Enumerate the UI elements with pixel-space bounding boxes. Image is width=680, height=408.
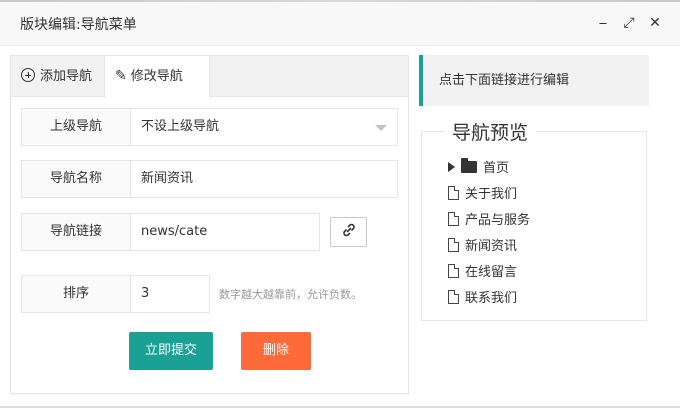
parent-nav-label: 上级导航 xyxy=(21,108,131,146)
tree-item-label: 在线留言 xyxy=(465,265,518,280)
nav-link-label: 导航链接 xyxy=(21,213,131,251)
nav-preview-legend: 导航预览 xyxy=(444,118,537,145)
nav-link-input[interactable]: news/cate xyxy=(130,213,320,251)
tree-item-label: 新闻资讯 xyxy=(465,239,518,254)
folder-icon xyxy=(461,158,477,173)
nav-name-label: 导航名称 xyxy=(21,160,131,198)
minimize-icon[interactable]: ⎯ xyxy=(594,14,612,32)
file-icon xyxy=(448,290,459,304)
tree-root-item[interactable]: 首页 xyxy=(448,158,530,185)
caret-down-icon xyxy=(375,125,387,131)
nav-tree: 首页 关于我们 产品与服务 新闻资讯 在线留言 联系我们 xyxy=(448,158,530,315)
file-icon xyxy=(448,212,459,226)
caret-right-icon[interactable] xyxy=(448,162,455,172)
tab-edit-nav[interactable]: ✎ 修改导航 xyxy=(104,56,210,98)
tree-item-label: 关于我们 xyxy=(465,187,518,202)
order-input[interactable]: 3 xyxy=(130,275,210,313)
file-icon xyxy=(448,264,459,278)
tab-add-nav[interactable]: 添加导航 xyxy=(11,56,104,97)
parent-nav-select[interactable]: 不设上级导航 xyxy=(130,108,398,146)
close-icon[interactable]: ✕ xyxy=(646,14,664,32)
submit-button[interactable]: 立即提交 xyxy=(129,332,213,370)
tree-item-about[interactable]: 关于我们 xyxy=(448,185,530,211)
tab-bar: 添加导航 ✎ 修改导航 xyxy=(11,56,408,98)
tree-item-products[interactable]: 产品与服务 xyxy=(448,211,530,237)
tree-item-message[interactable]: 在线留言 xyxy=(448,263,530,289)
parent-nav-row: 上级导航 不设上级导航 xyxy=(21,108,398,146)
tree-item-label: 联系我们 xyxy=(465,291,518,306)
parent-nav-value: 不设上级导航 xyxy=(141,119,220,134)
tree-item-label: 产品与服务 xyxy=(465,213,531,228)
nav-link-row: 导航链接 news/cate xyxy=(21,213,398,251)
dialog-title: 版块编辑:导航菜单 xyxy=(20,17,137,33)
pencil-icon: ✎ xyxy=(115,68,127,84)
file-icon xyxy=(448,238,459,252)
order-row: 排序 3 数字越大越靠前，允许负数。 xyxy=(21,275,398,313)
nav-form-panel: 添加导航 ✎ 修改导航 上级导航 不设上级导航 导航名称 新闻资讯 导航链接 ne… xyxy=(10,55,409,394)
file-icon xyxy=(448,186,459,200)
tab-add-label: 添加导航 xyxy=(40,69,93,84)
nav-preview-fieldset: 导航预览 首页 关于我们 产品与服务 新闻资讯 在线留言 联系我们 xyxy=(421,118,647,321)
tab-edit-label: 修改导航 xyxy=(130,69,183,84)
nav-name-row: 导航名称 新闻资讯 xyxy=(21,160,398,198)
nav-name-input[interactable]: 新闻资讯 xyxy=(130,160,398,198)
dialog-titlebar: 版块编辑:导航菜单 ⎯ ⤢ ✕ xyxy=(0,2,680,46)
delete-button[interactable]: 删除 xyxy=(241,332,311,370)
maximize-icon[interactable]: ⤢ xyxy=(620,14,638,32)
link-button[interactable] xyxy=(330,217,367,247)
plus-circle-icon xyxy=(21,68,35,82)
link-icon xyxy=(342,223,355,237)
tree-root-label: 首页 xyxy=(483,161,510,176)
order-hint: 数字越大越靠前，允许负数。 xyxy=(219,288,362,301)
edit-hint-note: 点击下面链接进行编辑 xyxy=(419,55,649,106)
tree-item-news[interactable]: 新闻资讯 xyxy=(448,237,530,263)
tree-item-contact[interactable]: 联系我们 xyxy=(448,289,530,315)
order-label: 排序 xyxy=(21,275,131,313)
